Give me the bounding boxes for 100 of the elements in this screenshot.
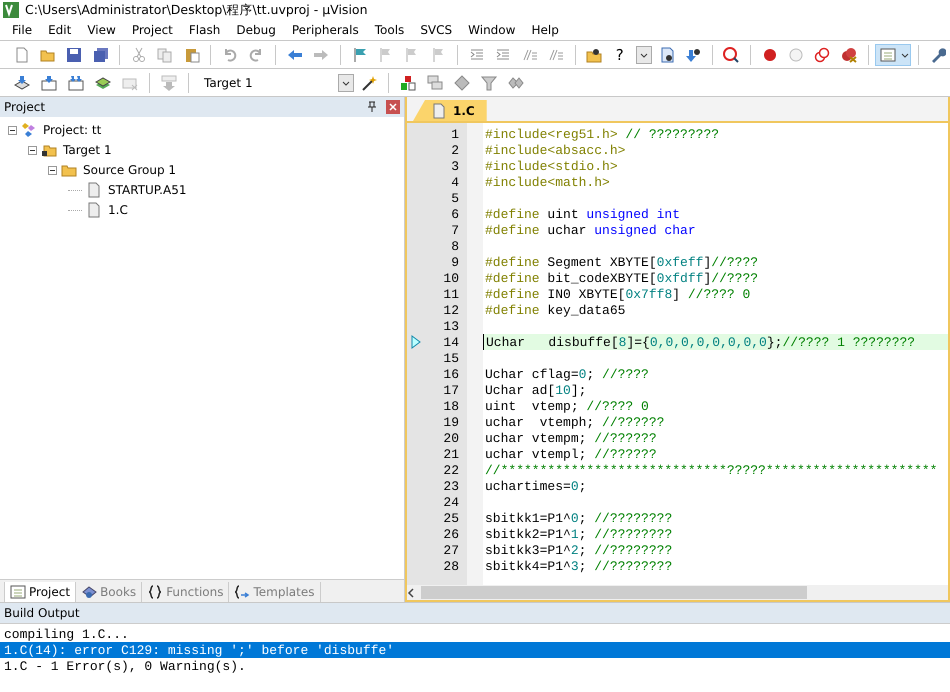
code-line: #include<reg51.h> // ????????? bbox=[484, 126, 720, 142]
floppy-disks-icon bbox=[92, 46, 109, 62]
scissors-icon bbox=[131, 46, 148, 62]
line-number: 21 bbox=[443, 446, 459, 462]
line-number: 4 bbox=[451, 174, 459, 190]
code-line: sbitkk1=P1^0; //???????? bbox=[484, 510, 674, 526]
file-icon bbox=[431, 102, 447, 118]
close-button[interactable] bbox=[386, 100, 400, 114]
line-number: 8 bbox=[451, 238, 459, 254]
breakpoints-cross-icon bbox=[840, 46, 857, 62]
code-line: sbitkk2=P1^1; //???????? bbox=[484, 526, 674, 542]
line-number: 28 bbox=[443, 558, 459, 574]
output-line[interactable]: compiling 1.C... bbox=[0, 626, 950, 642]
line-number: 15 bbox=[443, 350, 459, 366]
wrench-icon bbox=[930, 46, 946, 62]
menu-item[interactable]: SVCS bbox=[412, 23, 460, 37]
menu-item[interactable]: Debug bbox=[228, 23, 284, 37]
collapse-toggle[interactable] bbox=[8, 126, 17, 134]
output-line[interactable]: 1.C - 1 Error(s), 0 Warning(s). bbox=[0, 658, 950, 674]
line-number: 13 bbox=[443, 318, 459, 334]
dropdown-button[interactable] bbox=[636, 46, 652, 64]
stack-arrow-icon bbox=[14, 74, 30, 90]
caret-icon bbox=[341, 78, 351, 86]
code-line: #define bit_codeXBYTE[0xfdff]//???? bbox=[484, 270, 760, 286]
funnel-icon bbox=[481, 74, 497, 90]
line-number: 3 bbox=[451, 158, 459, 174]
tree-item[interactable]: STARTUP.A51 bbox=[106, 183, 188, 197]
line-number: 1 bbox=[451, 126, 459, 142]
code-line: uchar vtempl; //?????? bbox=[484, 446, 658, 462]
colored-blocks-icon bbox=[400, 74, 416, 90]
download-arrow-icon bbox=[685, 46, 702, 62]
code-line: #include<math.h> bbox=[484, 174, 611, 190]
code-line: sbitkk4=P1^3; //???????? bbox=[484, 558, 674, 574]
indent-icon bbox=[468, 46, 485, 62]
line-number: 12 bbox=[443, 302, 459, 318]
line-number: 25 bbox=[443, 510, 459, 526]
code-line: uchar vtemph; //?????? bbox=[484, 414, 666, 430]
clipboard-icon bbox=[184, 46, 200, 62]
line-number: 18 bbox=[443, 398, 459, 414]
debug-magnifier-icon bbox=[723, 46, 740, 62]
flag-icon bbox=[352, 46, 368, 62]
braces-icon bbox=[147, 584, 164, 600]
code-line: #include<stdio.h> bbox=[484, 158, 619, 174]
code-line: uint vtemp; //???? 0 bbox=[484, 398, 650, 414]
line-number: 23 bbox=[443, 478, 459, 494]
line-number: 26 bbox=[443, 526, 459, 542]
horizontal-scrollbar[interactable] bbox=[407, 585, 948, 600]
magic-wand-icon bbox=[361, 74, 377, 90]
code-line: Uchar cflag=0; //???? bbox=[484, 366, 650, 382]
caret-icon bbox=[639, 50, 650, 58]
copy-icon bbox=[157, 46, 174, 62]
help-button[interactable]: ? bbox=[609, 46, 630, 64]
collapse-toggle[interactable] bbox=[48, 166, 57, 174]
empty-circle-icon bbox=[788, 46, 804, 62]
new-file-icon bbox=[14, 46, 30, 62]
code-line: #define Segment XBYTE[0xfeff]//???? bbox=[484, 254, 760, 270]
line-number: 10 bbox=[443, 270, 459, 286]
panel-title: Build Output bbox=[4, 606, 80, 620]
menu-item[interactable]: Window bbox=[460, 23, 524, 37]
template-arrow-icon bbox=[234, 584, 250, 600]
code-line: #define uint unsigned int bbox=[484, 206, 682, 222]
menu-item[interactable]: Project bbox=[124, 23, 181, 37]
diamonds-icon bbox=[508, 74, 524, 90]
code-line: uchartimes=0; bbox=[484, 478, 588, 494]
code-line: //*****************************?????********************** bbox=[484, 462, 938, 478]
code-line: sbitkk3=P1^2; //???????? bbox=[484, 542, 674, 558]
file-tab[interactable]: 1.C bbox=[413, 100, 487, 121]
file-icon bbox=[86, 182, 102, 198]
tree-item[interactable]: Target 1 bbox=[61, 143, 114, 157]
collapse-toggle[interactable] bbox=[28, 146, 37, 154]
code-line: uchar vtempm; //?????? bbox=[484, 430, 658, 446]
menu-item[interactable]: Flash bbox=[180, 23, 228, 37]
tree-item[interactable]: Source Group 1 bbox=[81, 163, 178, 177]
menu-item[interactable]: View bbox=[79, 23, 124, 37]
undo-icon bbox=[222, 46, 238, 62]
panel-title: Project bbox=[4, 100, 46, 114]
project-diamonds-icon bbox=[21, 122, 37, 138]
code-line: Uchar ad[10]; bbox=[484, 382, 588, 398]
line-number: 27 bbox=[443, 542, 459, 558]
close-icon bbox=[389, 103, 397, 111]
file-icon bbox=[86, 202, 102, 218]
load-arrow-icon bbox=[161, 74, 177, 90]
tree-item[interactable]: Project: tt bbox=[41, 123, 104, 137]
caret-icon bbox=[900, 50, 910, 58]
line-number: 6 bbox=[451, 206, 459, 222]
line-number: 22 bbox=[443, 462, 459, 478]
current-line-arrow-icon bbox=[411, 335, 421, 349]
window-list-icon bbox=[10, 584, 26, 600]
menu-item[interactable]: Edit bbox=[40, 23, 80, 37]
tree-item[interactable]: 1.C bbox=[106, 203, 130, 217]
menu-item[interactable]: File bbox=[4, 23, 40, 37]
menu-item[interactable]: Help bbox=[523, 23, 567, 37]
pin-icon bbox=[366, 101, 378, 113]
line-number: 2 bbox=[451, 142, 459, 158]
panel-tab[interactable]: Project bbox=[4, 582, 76, 602]
menu-item[interactable]: Tools bbox=[366, 23, 412, 37]
menu-item[interactable]: Peripherals bbox=[284, 23, 367, 37]
target-select[interactable]: Target 1 bbox=[196, 72, 354, 92]
circles-icon bbox=[814, 46, 830, 62]
diamond-icon bbox=[454, 74, 470, 90]
